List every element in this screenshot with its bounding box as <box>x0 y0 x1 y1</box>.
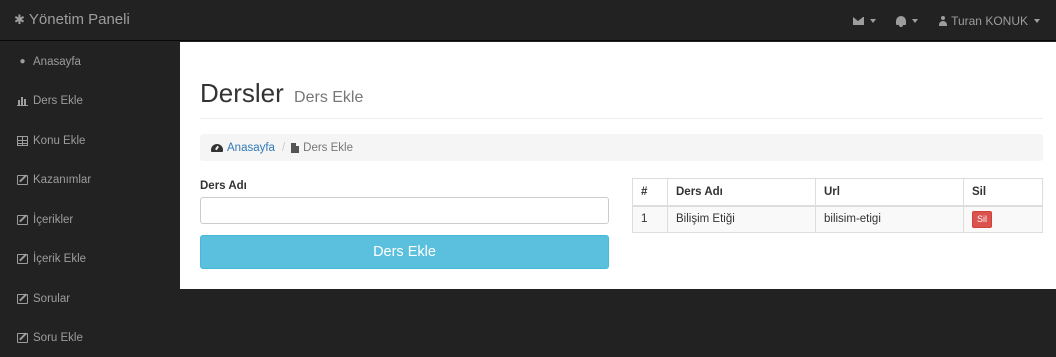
edit-icon <box>17 293 28 304</box>
sidebar-item-anasayfa[interactable]: ● Anasayfa <box>0 42 180 82</box>
breadcrumb-current-label: Ders Ekle <box>303 141 354 154</box>
bar-chart-icon <box>17 96 28 107</box>
sidebar-item-ders-ekle[interactable]: Ders Ekle <box>0 82 180 122</box>
course-name-label: Ders Adı <box>200 180 247 192</box>
table-header-num: # <box>632 178 668 207</box>
add-course-button[interactable]: Ders Ekle <box>200 235 609 269</box>
sidebar-item-label: Konu Ekle <box>33 134 86 147</box>
page-title-text: Dersler <box>200 78 284 108</box>
sidebar-item-konu-ekle[interactable]: Konu Ekle <box>0 121 180 161</box>
breadcrumb: Anasayfa / Ders Ekle <box>200 134 1043 161</box>
alerts-dropdown[interactable] <box>886 0 928 41</box>
sidebar-item-sorular[interactable]: Sorular <box>0 279 180 319</box>
dashboard-icon: ● <box>19 55 26 67</box>
sidebar: ● Anasayfa Ders Ekle Konu Ekle Kazanımla… <box>0 42 180 357</box>
messages-dropdown[interactable] <box>843 0 886 41</box>
sidebar-item-label: Kazanımlar <box>33 174 92 187</box>
gear-icon: ✱ <box>14 11 25 27</box>
user-name: Turan KONUK <box>951 13 1028 28</box>
dashboard-icon <box>211 143 223 152</box>
page-title: Dersler Ders Ekle <box>200 78 363 109</box>
edit-icon <box>17 214 28 225</box>
table-header-delete: Sil <box>963 178 1043 207</box>
row-course-name: Bilişim Etiği <box>667 205 816 233</box>
table-row: 1 Bilişim Etiği bilisim-etigi Sil <box>632 205 1043 233</box>
top-navbar: ✱ Yönetim Paneli Turan KONUK <box>0 0 1056 41</box>
row-url: bilisim-etigi <box>815 205 964 233</box>
breadcrumb-home-label: Anasayfa <box>227 141 275 154</box>
row-delete-cell: Sil <box>963 205 1043 233</box>
chevron-down-icon <box>912 18 919 23</box>
sidebar-item-kazanimlar[interactable]: Kazanımlar <box>0 161 180 201</box>
table-header-row: # Ders Adı Url Sil <box>632 178 1043 207</box>
edit-icon <box>17 333 28 344</box>
brand-title: Yönetim Paneli <box>28 11 130 28</box>
bell-icon <box>896 16 907 27</box>
page-subtitle: Ders Ekle <box>294 89 364 106</box>
edit-icon <box>17 254 28 265</box>
delete-button[interactable]: Sil <box>972 210 993 228</box>
sidebar-item-label: İçerik Ekle <box>33 253 87 266</box>
breadcrumb-home-link[interactable]: Anasayfa <box>211 142 275 154</box>
sidebar-item-label: Soru Ekle <box>33 332 83 345</box>
table-icon <box>17 135 28 146</box>
course-name-input[interactable] <box>200 197 609 224</box>
sidebar-item-soru-ekle[interactable]: Soru Ekle <box>0 319 180 357</box>
envelope-icon <box>853 16 865 25</box>
row-num: 1 <box>632 205 668 233</box>
navbar-right: Turan KONUK <box>843 0 1050 41</box>
user-dropdown[interactable]: Turan KONUK <box>928 0 1050 41</box>
table-header-url: Url <box>815 178 964 207</box>
sidebar-item-label: İçerikler <box>33 213 74 226</box>
chevron-down-icon <box>870 18 877 23</box>
sidebar-item-icerikler[interactable]: İçerikler <box>0 200 180 240</box>
divider <box>200 118 1043 119</box>
sidebar-item-label: Ders Ekle <box>33 95 83 108</box>
edit-icon <box>17 175 28 186</box>
table-header-name: Ders Adı <box>667 178 816 207</box>
breadcrumb-separator: / <box>281 141 286 154</box>
main-content: Dersler Ders Ekle Anasayfa / Ders Ekle D… <box>180 42 1056 289</box>
sidebar-item-label: Sorular <box>33 292 71 305</box>
chevron-down-icon <box>1034 18 1040 23</box>
breadcrumb-current: Ders Ekle <box>291 142 353 154</box>
file-icon <box>291 142 300 153</box>
sidebar-item-icerik-ekle[interactable]: İçerik Ekle <box>0 240 180 280</box>
sidebar-item-label: Anasayfa <box>33 55 81 68</box>
brand[interactable]: ✱ Yönetim Paneli <box>14 11 130 28</box>
courses-table: # Ders Adı Url Sil 1 Bilişim Etiği bilis… <box>632 178 1043 233</box>
user-icon <box>938 15 948 26</box>
